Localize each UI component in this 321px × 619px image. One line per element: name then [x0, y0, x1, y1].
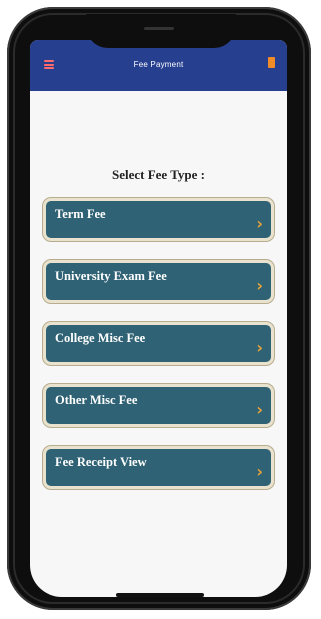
university-exam-fee-button[interactable]: University Exam Fee ›: [46, 263, 271, 300]
menu-icon[interactable]: [44, 60, 54, 69]
term-fee-label: Term Fee: [55, 207, 106, 221]
college-misc-fee-button[interactable]: College Misc Fee ›: [46, 325, 271, 362]
menu-icon-line: [44, 67, 54, 69]
fee-receipt-view-button[interactable]: Fee Receipt View ›: [46, 449, 271, 486]
app-screen: Fee Payment Select Fee Type : Term Fee ›…: [30, 40, 287, 597]
chevron-right-icon: ›: [256, 338, 263, 357]
speaker-grille: [144, 27, 174, 30]
chevron-right-icon: ›: [256, 400, 263, 419]
home-indicator[interactable]: [116, 593, 204, 597]
term-fee-button[interactable]: Term Fee ›: [46, 201, 271, 238]
menu-icon-line: [44, 63, 54, 66]
fee-receipt-view-label: Fee Receipt View: [55, 455, 147, 469]
chevron-right-icon: ›: [256, 462, 263, 481]
app-title: Fee Payment: [133, 60, 184, 69]
page-heading: Select Fee Type :: [111, 167, 205, 182]
university-exam-fee-label: University Exam Fee: [55, 269, 167, 283]
chevron-right-icon: ›: [256, 214, 263, 233]
fee-type-list: Term Fee › University Exam Fee › College…: [46, 201, 271, 511]
menu-icon-line: [44, 60, 54, 62]
phone-notch: [86, 14, 236, 48]
other-misc-fee-button[interactable]: Other Misc Fee ›: [46, 387, 271, 424]
wallet-icon[interactable]: [268, 57, 275, 68]
college-misc-fee-label: College Misc Fee: [55, 331, 146, 345]
other-misc-fee-label: Other Misc Fee: [55, 393, 138, 407]
chevron-right-icon: ›: [256, 276, 263, 295]
